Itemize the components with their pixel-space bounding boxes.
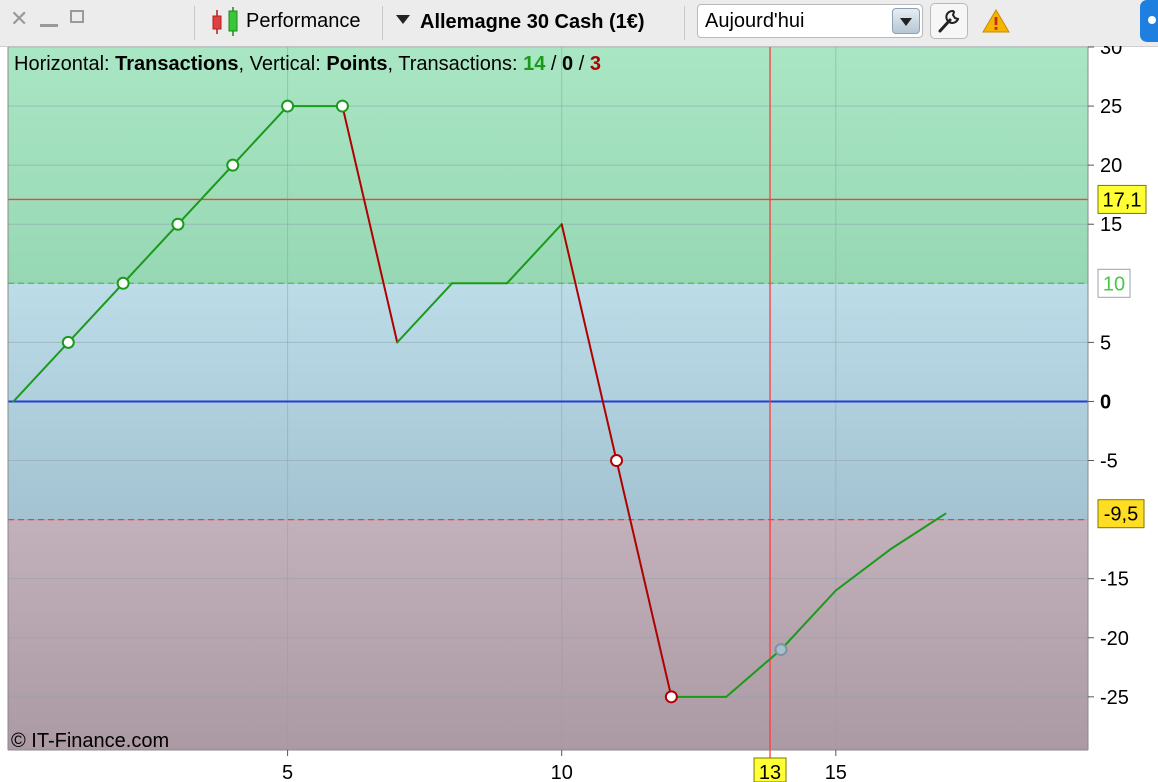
- x-tick-label: 5: [282, 762, 293, 782]
- loss-zone: [8, 519, 1088, 750]
- trade-point: [226, 158, 240, 172]
- x-tick-label: 15: [825, 762, 847, 782]
- chevron-down-icon[interactable]: [892, 8, 920, 34]
- neutral-count: 0: [562, 53, 573, 75]
- minimize-icon[interactable]: [40, 24, 58, 27]
- instrument-name[interactable]: Allemagne 30 Cash (1€): [420, 10, 645, 34]
- warning-icon[interactable]: [982, 8, 1010, 34]
- target-value: 10: [1103, 273, 1125, 295]
- candlestick-icon[interactable]: [208, 6, 242, 38]
- losses-count: 3: [590, 53, 601, 75]
- trade-point: [335, 99, 349, 113]
- y-tick-label: -5: [1100, 451, 1118, 473]
- y-tick-label: 5: [1100, 332, 1111, 354]
- y-tick-label: -25: [1100, 687, 1129, 709]
- x-tick-label: 10: [551, 762, 573, 782]
- crosshair-value: 17,1: [1103, 189, 1142, 211]
- panel-toggle-button[interactable]: [1140, 0, 1158, 42]
- chart-type-label[interactable]: Performance: [246, 9, 361, 33]
- wins-count: 14: [523, 53, 546, 75]
- instrument-dropdown-icon[interactable]: [396, 15, 410, 24]
- crosshair-x-value: 13: [759, 762, 781, 782]
- y-tick-label: -15: [1100, 569, 1129, 591]
- y-tick-label: 0: [1100, 391, 1111, 413]
- y-tick-label: 15: [1100, 214, 1122, 236]
- settings-button[interactable]: [930, 3, 968, 39]
- trade-point: [281, 99, 295, 113]
- y-tick-label: 30: [1100, 46, 1122, 59]
- toolbar-divider: [194, 6, 195, 40]
- toolbar-divider: [382, 6, 383, 40]
- period-select[interactable]: Aujourd'hui: [697, 4, 923, 38]
- trade-point: [116, 276, 130, 290]
- stop-value: -9,5: [1104, 504, 1138, 526]
- wrench-icon: [938, 9, 960, 33]
- trade-point: [61, 335, 75, 349]
- y-axis[interactable]: 30 25 20 15 5 0 -5 -15 -20 -25: [1087, 46, 1129, 750]
- chart-header: Horizontal: Transactions, Vertical: Poin…: [14, 53, 601, 75]
- period-value: Aujourd'hui: [705, 10, 805, 32]
- performance-chart[interactable]: 3025201550-5-15-20-25 5 10 15 17,1 10 -9,5…: [0, 46, 1158, 782]
- trade-point: [610, 454, 624, 468]
- maximize-icon[interactable]: [70, 10, 84, 23]
- trade-point: [171, 217, 185, 231]
- y-tick-label: 20: [1100, 155, 1122, 177]
- watermark: © IT-Finance.com: [11, 730, 169, 752]
- trade-point: [774, 643, 788, 657]
- y-tick-label: -20: [1100, 628, 1129, 650]
- close-icon[interactable]: ✕: [10, 8, 30, 30]
- trade-point: [664, 690, 678, 704]
- toolbar: ✕ Performance Allemagne 30 Cash (1€) Auj…: [0, 0, 1158, 47]
- y-tick-label: 25: [1100, 96, 1122, 118]
- toolbar-divider: [684, 6, 685, 40]
